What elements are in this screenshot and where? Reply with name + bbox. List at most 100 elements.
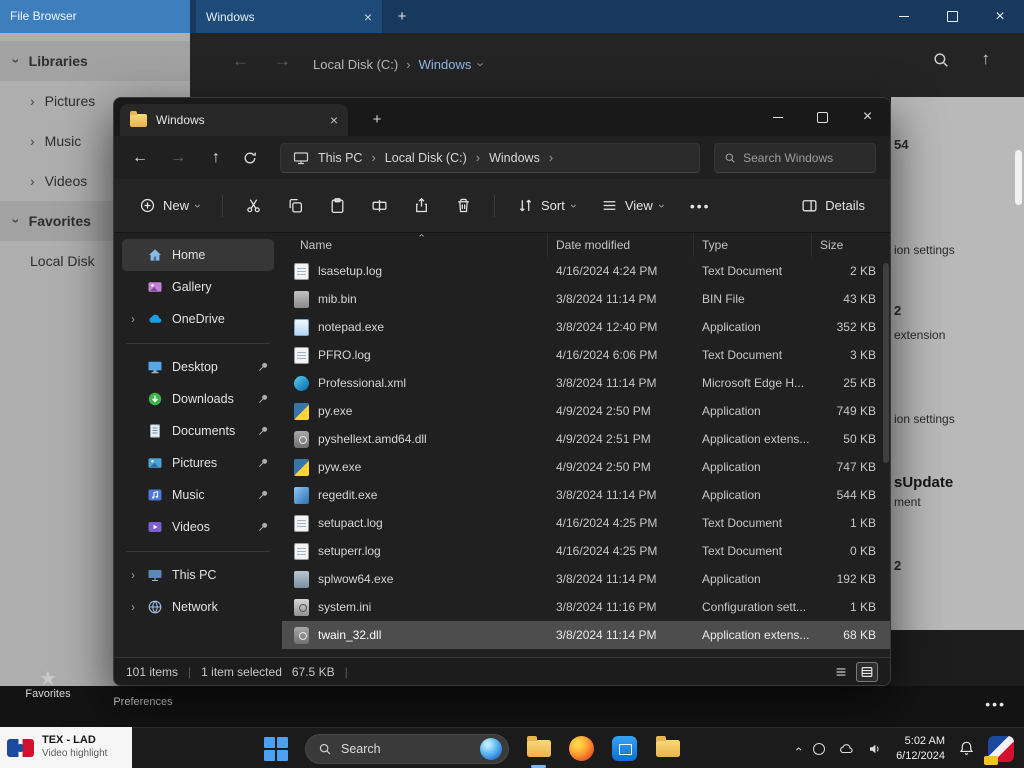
search-box[interactable] [714, 142, 876, 173]
paste-button[interactable] [320, 190, 355, 221]
crumb-windows[interactable]: Windows [489, 151, 540, 165]
background-search-icon[interactable] [932, 51, 950, 69]
desktop-icon-favorites[interactable]: ★ Favorites [18, 669, 78, 700]
sidebar-item-gallery[interactable]: Gallery [122, 271, 274, 303]
mlb-app-icon[interactable] [984, 735, 1014, 765]
tray-status-icon[interactable] [813, 742, 826, 755]
search-input[interactable] [743, 150, 866, 165]
more-options-icon[interactable]: ••• [680, 198, 721, 214]
rename-button[interactable] [362, 190, 397, 221]
taskbar-clock[interactable]: 5:02 AM 6/12/2024 [896, 734, 945, 764]
background-tab-windows[interactable]: Windows × [196, 0, 382, 33]
background-back-button[interactable]: ← [232, 51, 249, 71]
chevron-right-icon[interactable] [128, 600, 138, 614]
background-up-icon[interactable]: ↑ [982, 49, 991, 69]
sidebar-item-desktop[interactable]: Desktop [122, 351, 274, 383]
background-minimize-button[interactable] [894, 7, 914, 27]
sidebar-item-pictures[interactable]: Pictures [122, 447, 274, 479]
file-row[interactable]: notepad.exe 3/8/2024 12:40 PM Applicatio… [282, 313, 890, 341]
file-row[interactable]: system.ini 3/8/2024 11:16 PM Configurati… [282, 593, 890, 621]
copy-button[interactable] [278, 190, 313, 221]
breadcrumb-drive[interactable]: Local Disk (C:) [313, 57, 398, 72]
column-header-size[interactable]: Size [812, 233, 880, 257]
mlb-score-overlay[interactable]: TEX - LAD Video highlight [0, 727, 132, 768]
maximize-button[interactable] [800, 98, 845, 136]
file-row[interactable]: pyshellext.amd64.dll 4/9/2024 2:51 PM Ap… [282, 425, 890, 453]
file-row[interactable]: regedit.exe 3/8/2024 11:14 PM Applicatio… [282, 481, 890, 509]
view-button[interactable]: View [592, 190, 673, 221]
close-button[interactable] [845, 98, 890, 136]
tab-close-icon[interactable]: × [330, 112, 338, 128]
sidebar-item-videos[interactable]: Videos [122, 511, 274, 543]
taskbar-search[interactable]: Search [305, 733, 509, 764]
chevron-right-icon[interactable] [128, 568, 138, 582]
tray-cloud-icon[interactable] [838, 741, 854, 757]
taskbar-folder-window[interactable] [654, 735, 681, 762]
chevron-right-icon[interactable] [30, 133, 35, 149]
scrollbar-thumb[interactable] [883, 263, 889, 463]
file-row[interactable]: Professional.xml 3/8/2024 11:14 PM Micro… [282, 369, 890, 397]
chevron-down-icon[interactable] [8, 219, 24, 224]
background-restore-button[interactable] [942, 7, 962, 27]
share-button[interactable] [404, 190, 439, 221]
explorer-titlebar[interactable]: Windows × + [114, 98, 890, 136]
crumb-this-pc[interactable]: This PC [318, 151, 362, 165]
up-button[interactable]: ↑ [204, 149, 228, 167]
sidebar-item-onedrive[interactable]: OneDrive [122, 303, 274, 335]
sidebar-item-music[interactable]: Music [122, 479, 274, 511]
desktop-icon-preferences[interactable]: Preferences [108, 696, 178, 708]
back-button[interactable]: ← [128, 149, 152, 167]
refresh-button[interactable] [242, 150, 266, 166]
details-pane-button[interactable]: Details [792, 190, 874, 221]
tray-volume-icon[interactable] [867, 741, 883, 757]
sidebar-item-documents[interactable]: Documents [122, 415, 274, 447]
file-row[interactable]: py.exe 4/9/2024 2:50 PM Application 749 … [282, 397, 890, 425]
taskbar-firefox[interactable] [568, 735, 595, 762]
column-header-type[interactable]: Type [694, 233, 812, 257]
sort-button[interactable]: Sort [508, 190, 585, 221]
file-row[interactable]: setupact.log 4/16/2024 4:25 PM Text Docu… [282, 509, 890, 537]
new-tab-button[interactable]: + [366, 108, 388, 130]
tray-chevron-up-icon[interactable] [791, 747, 805, 751]
chevron-right-icon[interactable] [30, 93, 35, 109]
background-close-button[interactable] [990, 7, 1010, 27]
chevron-down-icon[interactable] [474, 62, 489, 66]
sidebar-item-network[interactable]: Network [122, 591, 274, 623]
file-row[interactable]: mib.bin 3/8/2024 11:14 PM BIN File 43 KB [282, 285, 890, 313]
forward-button[interactable]: → [166, 149, 190, 167]
file-row[interactable]: lsasetup.log 4/16/2024 4:24 PM Text Docu… [282, 257, 890, 285]
column-header-date[interactable]: Date modified [548, 233, 694, 257]
details-view-toggle[interactable] [856, 661, 878, 682]
notification-bell-icon[interactable] [958, 740, 975, 757]
list-view-toggle[interactable] [830, 662, 852, 682]
background-breadcrumb[interactable]: Local Disk (C:) Windows [313, 57, 484, 72]
chevron-right-icon[interactable] [128, 312, 138, 326]
sidebar-item-libraries[interactable]: Libraries [0, 41, 190, 81]
chevron-down-icon[interactable] [8, 59, 24, 64]
file-row-selected[interactable]: twain_32.dll 3/8/2024 11:14 PM Applicati… [282, 621, 890, 649]
taskbar-store-app[interactable] [611, 735, 638, 762]
file-row[interactable]: splwow64.exe 3/8/2024 11:14 PM Applicati… [282, 565, 890, 593]
crumb-local-disk[interactable]: Local Disk (C:) [385, 151, 467, 165]
column-header-name[interactable]: Name [292, 233, 548, 257]
breadcrumb-folder[interactable]: Windows [419, 57, 472, 72]
overlay-more-dots-icon[interactable]: ••• [985, 696, 1006, 712]
sidebar-item-home[interactable]: Home [122, 239, 274, 271]
explorer-tab-windows[interactable]: Windows × [120, 104, 348, 136]
cut-button[interactable] [236, 190, 271, 221]
file-row[interactable]: PFRO.log 4/16/2024 6:06 PM Text Document… [282, 341, 890, 369]
start-button[interactable] [262, 735, 289, 762]
background-tab-close-icon[interactable]: × [364, 9, 372, 25]
taskbar-file-explorer[interactable] [525, 735, 552, 768]
sidebar-item-downloads[interactable]: Downloads [122, 383, 274, 415]
breadcrumb[interactable]: This PC Local Disk (C:) Windows [280, 142, 700, 173]
new-button[interactable]: New [130, 190, 209, 221]
background-forward-button[interactable]: → [274, 51, 291, 71]
file-row[interactable]: setuperr.log 4/16/2024 4:25 PM Text Docu… [282, 537, 890, 565]
file-row[interactable]: pyw.exe 4/9/2024 2:50 PM Application 747… [282, 453, 890, 481]
background-new-tab-button[interactable]: + [392, 6, 412, 26]
background-scrollbar-thumb[interactable] [1015, 150, 1022, 205]
chevron-right-icon[interactable] [30, 173, 35, 189]
sidebar-item-this-pc[interactable]: This PC [122, 559, 274, 591]
minimize-button[interactable] [755, 98, 800, 136]
